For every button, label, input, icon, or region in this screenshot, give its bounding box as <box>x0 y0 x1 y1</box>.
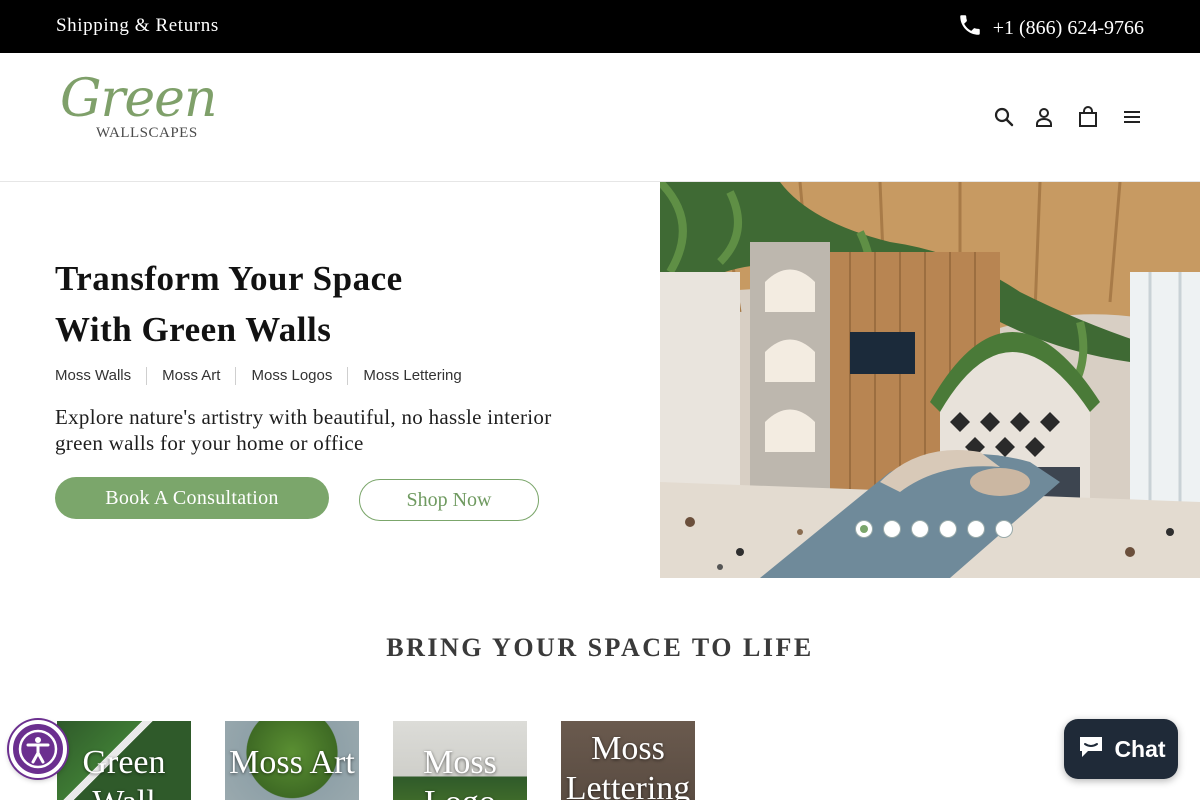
hero-title-line2: With Green Walls <box>55 310 332 349</box>
carousel-dot-3[interactable] <box>911 520 929 538</box>
cart-icon[interactable] <box>1076 105 1100 129</box>
section-title: BRING YOUR SPACE TO LIFE <box>386 633 814 662</box>
carousel-dot-5[interactable] <box>967 520 985 538</box>
hero-title-line1: Transform Your Space <box>55 259 403 298</box>
chat-label: Chat <box>1114 735 1166 762</box>
category-card-moss-logo[interactable]: Moss Logo <box>393 721 527 800</box>
menu-icon[interactable] <box>1120 105 1144 129</box>
search-icon[interactable] <box>992 105 1016 129</box>
site-logo[interactable]: Green WALLSCAPES <box>60 69 217 155</box>
book-consultation-button[interactable]: Book A Consultation <box>55 477 329 519</box>
phone-link[interactable]: +1 (866) 624-9766 <box>957 12 1144 44</box>
category-card-label: Moss Art <box>229 744 355 781</box>
phone-number: +1 (866) 624-9766 <box>992 16 1144 39</box>
chat-button[interactable]: Chat <box>1064 719 1178 779</box>
carousel-dot-1[interactable] <box>855 520 873 538</box>
account-icon[interactable] <box>1032 105 1056 129</box>
category-card-moss-art[interactable]: Moss Art <box>225 721 359 800</box>
category-link-moss-walls[interactable]: Moss Walls <box>55 367 146 385</box>
carousel-dot-2[interactable] <box>883 520 901 538</box>
category-link-moss-logos[interactable]: Moss Logos <box>235 367 347 385</box>
category-card-moss-lettering[interactable]: Moss Lettering <box>561 721 695 800</box>
category-link-moss-lettering[interactable]: Moss Lettering <box>347 367 476 385</box>
announcement-bar: Shipping & Returns +1 (866) 624-9766 <box>0 0 1200 53</box>
chat-bubble-icon <box>1076 731 1106 767</box>
carousel-dot-6[interactable] <box>995 520 1013 538</box>
hero-image-room <box>660 182 1200 578</box>
shipping-returns-link[interactable]: Shipping & Returns <box>56 15 219 37</box>
category-card-label: Moss Lettering <box>565 730 691 800</box>
phone-icon <box>957 12 983 44</box>
category-card-label: Green Wall <box>82 744 166 800</box>
shop-now-button[interactable]: Shop Now <box>359 479 539 521</box>
category-links: Moss Walls Moss Art Moss Logos Moss Lett… <box>55 367 477 385</box>
accessibility-widget[interactable] <box>9 720 67 778</box>
category-card-label: Moss Logo <box>423 744 497 800</box>
category-card-green-wall[interactable]: Green Wall <box>57 721 191 800</box>
carousel-dot-4[interactable] <box>939 520 957 538</box>
category-link-moss-art[interactable]: Moss Art <box>146 367 235 385</box>
carousel-dots <box>855 520 1013 538</box>
hero-description: Explore nature's artistry with beautiful… <box>55 405 552 455</box>
logo-script: Green <box>60 69 217 129</box>
logo-subtitle: WALLSCAPES <box>96 125 198 141</box>
hero-banner: Transform Your Space With Green Walls Mo… <box>0 182 1200 578</box>
site-header: Green WALLSCAPES <box>0 53 1200 182</box>
